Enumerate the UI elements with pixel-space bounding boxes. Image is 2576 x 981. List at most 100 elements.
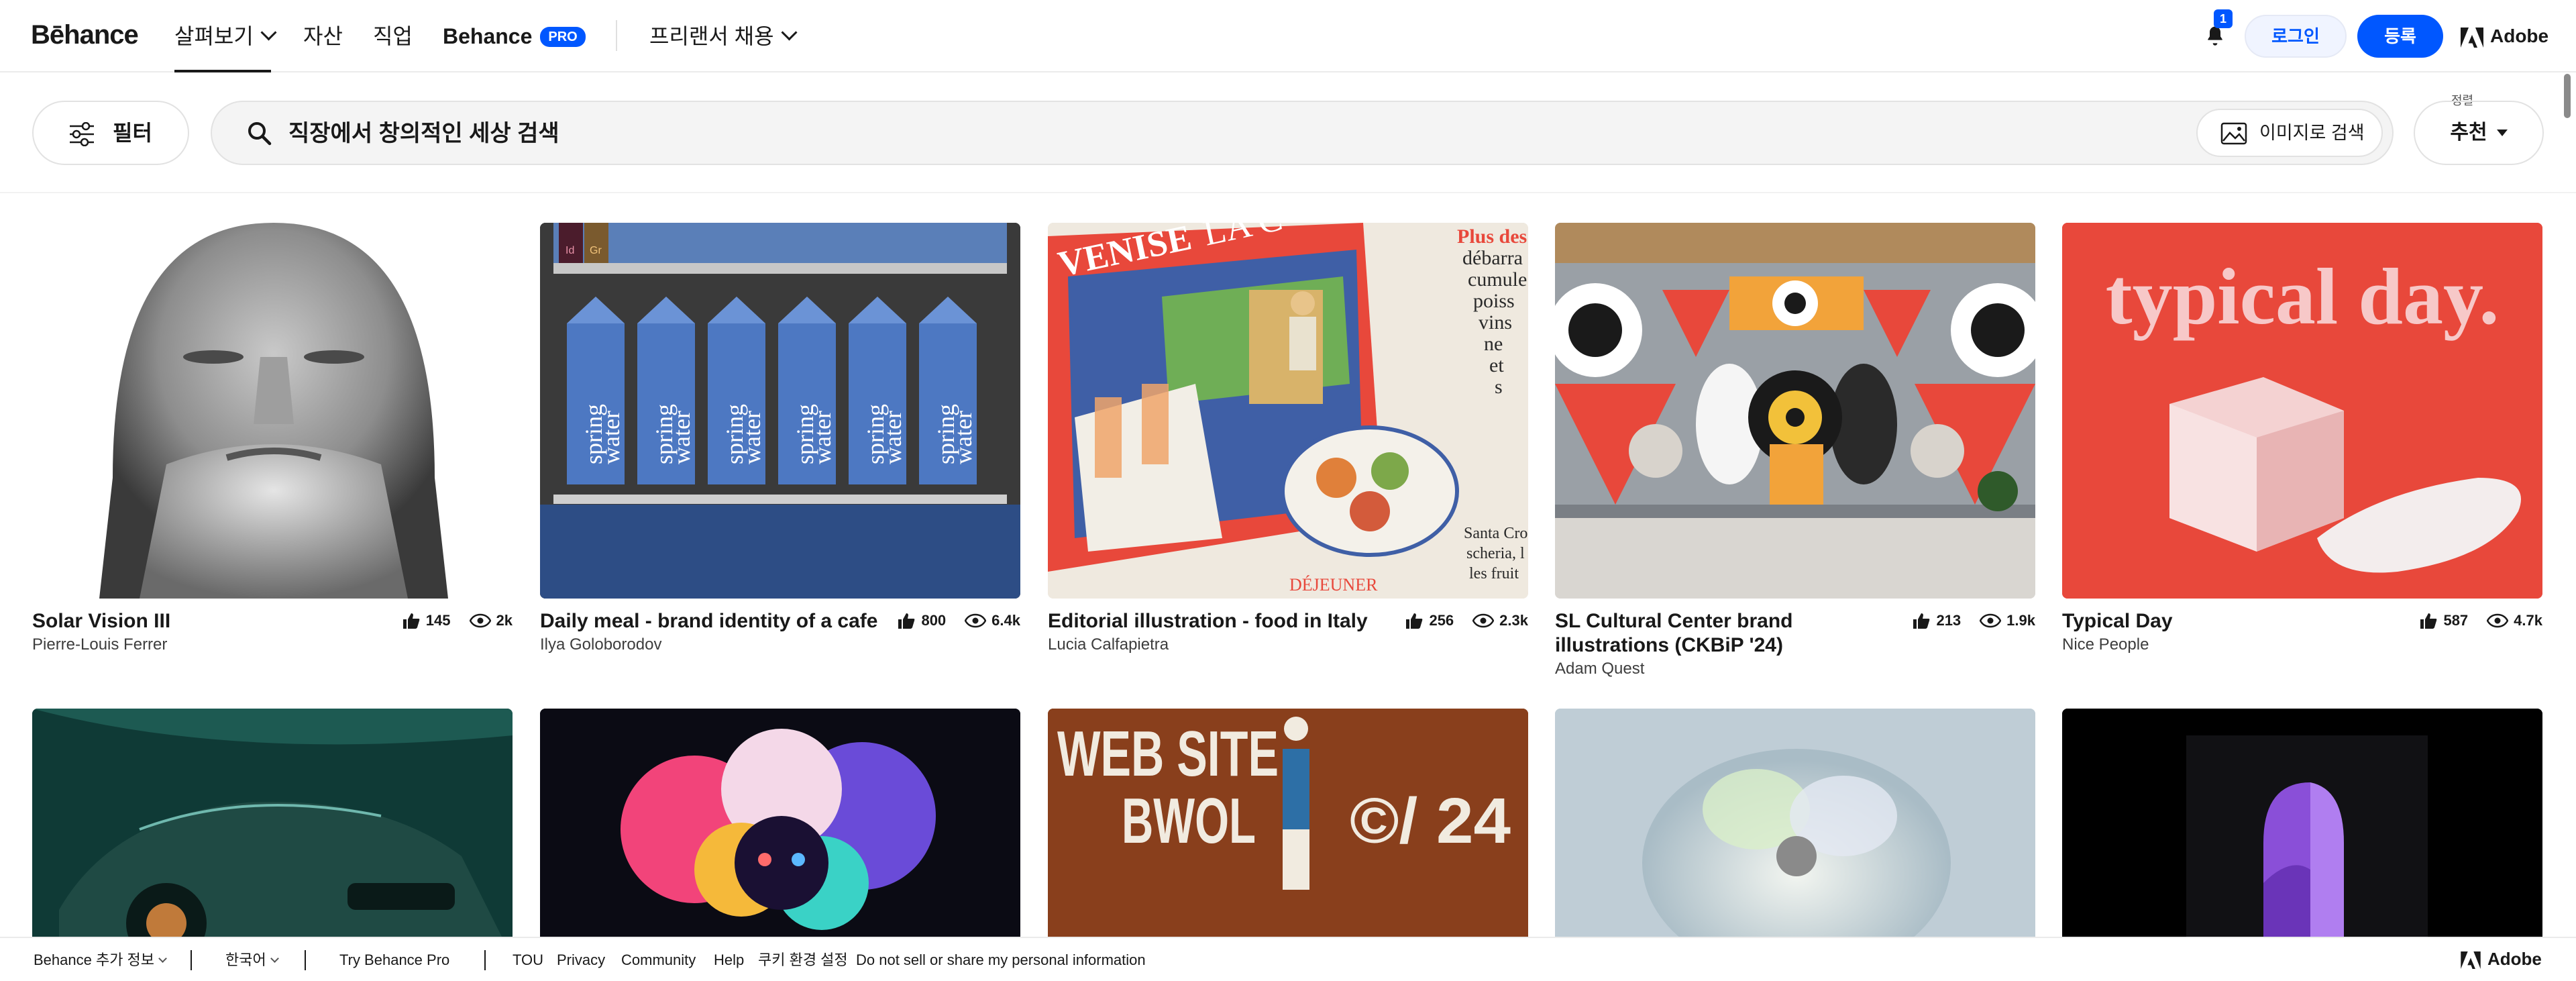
water-cartons-image: spring water spring water spring water s… — [540, 223, 1020, 599]
footer-adobe-link[interactable]: Adobe — [2461, 949, 2542, 970]
top-navigation: Bēhance 살펴보기 자산 직업 Behance PRO 프리랜서 채용 1 … — [0, 0, 2576, 72]
search-input[interactable] — [287, 114, 2000, 153]
nav-assets[interactable]: 자산 — [303, 23, 343, 50]
search-bar: 이미지로 검색 — [211, 101, 2394, 165]
footer-try-pro[interactable]: Try Behance Pro — [339, 951, 449, 969]
pro-badge: PRO — [540, 27, 586, 47]
article-text: les fruit — [1469, 565, 1519, 582]
adobe-label: Adobe — [2490, 25, 2549, 46]
views-count: 6.4k — [991, 612, 1020, 629]
search-icon — [248, 122, 272, 146]
footer-more-behance[interactable]: Behance 추가 정보 — [34, 951, 167, 969]
project-thumbnail[interactable]: WEB SITE BWOL ©/ 24 — [1048, 709, 1528, 937]
poster-headline: ©/ 24 — [1350, 785, 1511, 857]
article-text: cumule — [1468, 268, 1527, 291]
poster-headline: BWOL — [1122, 785, 1256, 857]
divider — [0, 192, 2576, 193]
eye-icon — [965, 613, 987, 628]
footer-community[interactable]: Community — [621, 951, 696, 969]
project-owner[interactable]: Adam Quest — [1555, 659, 1644, 679]
project-title[interactable]: Editorial illustration - food in Italy — [1048, 609, 1397, 633]
footer-separator — [191, 950, 192, 970]
article-text: scheria, l — [1466, 545, 1525, 562]
project-stats: 213 1.9k — [1912, 612, 2035, 629]
project-stats: 256 2.3k — [1405, 612, 1528, 629]
project-stats: 145 2k — [402, 612, 513, 629]
footer-help[interactable]: Help — [714, 951, 744, 969]
nav-divider — [616, 20, 617, 51]
image-search-button[interactable]: 이미지로 검색 — [2196, 109, 2383, 157]
chevron-down-icon — [270, 954, 279, 963]
nav-hire-freelancers[interactable]: 프리랜서 채용 — [649, 23, 798, 50]
footer-do-not-sell[interactable]: Do not sell or share my personal informa… — [856, 951, 1146, 969]
thumbs-up-icon — [2420, 613, 2437, 629]
project-thumbnail[interactable] — [1555, 709, 2035, 937]
footer-separator — [305, 950, 306, 970]
adobe-logo-icon — [2461, 951, 2481, 970]
article-text: ne — [1484, 333, 1503, 355]
footer-language-select[interactable]: 한국어 — [225, 951, 279, 969]
project-stats: 587 4.7k — [2419, 612, 2542, 629]
sort-value: 추천 — [2450, 121, 2487, 144]
footer-cookie-settings[interactable]: 쿠키 환경 설정 — [758, 951, 848, 969]
project-thumbnail[interactable]: spring water spring water spring water s… — [540, 223, 1020, 599]
mural-illustration-image — [1555, 223, 2035, 599]
project-thumbnail[interactable] — [32, 709, 513, 937]
eye-icon — [469, 613, 491, 628]
car-render-image — [32, 709, 513, 937]
project-owner[interactable]: Lucia Calfapietra — [1048, 635, 1169, 655]
nav-active-indicator — [174, 70, 271, 72]
appreciations-count: 145 — [425, 612, 451, 629]
abstract-3d-image — [2062, 709, 2542, 937]
nav-explore[interactable]: 살펴보기 — [174, 23, 277, 50]
project-thumbnail[interactable] — [540, 709, 1020, 937]
filter-button[interactable]: 필터 — [32, 101, 189, 165]
filter-label: 필터 — [113, 121, 152, 145]
typical-day-packaging-image: typical day. — [2062, 223, 2542, 599]
project-title[interactable]: SL Cultural Center brand illustrations (… — [1555, 609, 1877, 658]
footer-privacy[interactable]: Privacy — [557, 951, 605, 969]
page-scrollbar[interactable] — [2564, 74, 2571, 118]
nav-hire-freelancers-label: 프리랜서 채용 — [649, 24, 774, 48]
project-title[interactable]: Typical Day — [2062, 609, 2411, 633]
views-count: 2k — [496, 612, 513, 629]
behance-logo[interactable]: Bēhance — [31, 20, 139, 50]
glass-flower-render-image — [1555, 709, 2035, 937]
web-site-bwol-image: WEB SITE BWOL ©/ 24 — [1048, 709, 1528, 937]
eye-icon — [1472, 613, 1495, 628]
sliders-icon — [70, 122, 94, 146]
login-button[interactable]: 로그인 — [2245, 15, 2347, 58]
views-count: 2.3k — [1499, 612, 1528, 629]
nav-behance-pro[interactable]: Behance PRO — [443, 23, 586, 50]
appreciations-count: 256 — [1429, 612, 1454, 629]
appreciations-count: 800 — [921, 612, 947, 629]
carton-label: water — [598, 411, 625, 464]
project-owner[interactable]: Ilya Goloborodov — [540, 635, 661, 655]
project-owner[interactable]: Nice People — [2062, 635, 2149, 655]
footer-tou[interactable]: TOU — [513, 951, 543, 969]
appreciations-count: 587 — [2443, 612, 2469, 629]
nav-explore-label: 살펴보기 — [174, 24, 254, 48]
footer-separator — [484, 950, 486, 970]
nav-jobs[interactable]: 직업 — [373, 23, 413, 50]
article-text: s — [1495, 376, 1503, 398]
article-text: DÉJEUNER — [1289, 575, 1378, 595]
signup-button[interactable]: 등록 — [2357, 15, 2443, 58]
sort-dropdown[interactable]: 추천 — [2414, 101, 2544, 165]
project-thumbnail[interactable]: VENISE LA C Plus des débarra cumule poiss… — [1048, 223, 1528, 599]
adobe-link[interactable]: Adobe — [2461, 23, 2548, 50]
project-thumbnail[interactable]: typical day. — [2062, 223, 2542, 599]
thumbs-up-icon — [1913, 613, 1930, 629]
project-owner[interactable]: Pierre-Louis Ferrer — [32, 635, 167, 655]
project-thumbnail[interactable] — [2062, 709, 2542, 937]
chevron-down-icon — [158, 954, 167, 963]
chevron-down-icon — [781, 24, 798, 41]
project-thumbnail[interactable] — [32, 223, 513, 599]
views-count: 1.9k — [2006, 612, 2035, 629]
project-thumbnail[interactable] — [1555, 223, 2035, 599]
footer-adobe-label: Adobe — [2487, 949, 2542, 969]
project-title[interactable]: Daily meal - brand identity of a cafe — [540, 609, 889, 633]
project-title[interactable]: Solar Vision III — [32, 609, 381, 633]
illustrator-badge: Gr — [590, 245, 602, 256]
footer-language-label: 한국어 — [225, 951, 266, 968]
